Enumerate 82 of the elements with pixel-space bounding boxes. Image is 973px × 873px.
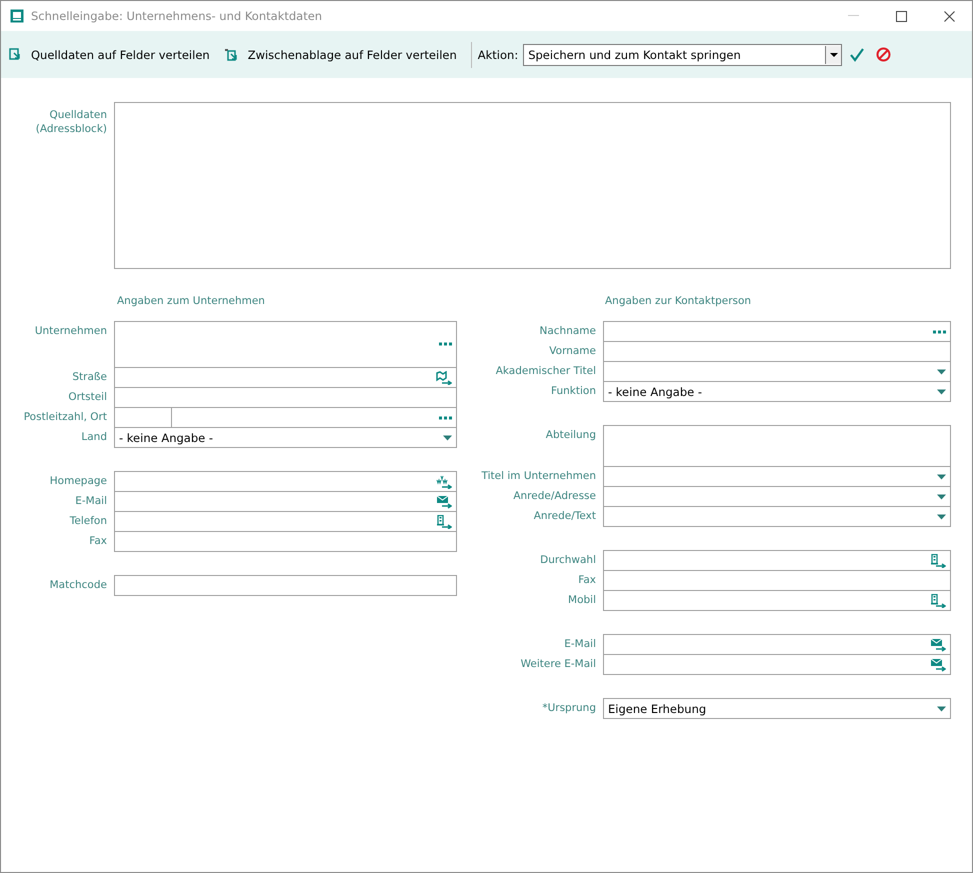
dropdown-arrow-icon: [937, 706, 946, 711]
field-label: Straße: [71, 370, 108, 385]
text-field[interactable]: [603, 590, 951, 611]
dropdown[interactable]: [603, 486, 951, 507]
field-label: Telefon: [68, 514, 108, 529]
field-label: Vorname: [548, 344, 597, 359]
more-icon[interactable]: [439, 342, 452, 346]
map-arrow-icon[interactable]: [436, 370, 452, 384]
text-field[interactable]: [603, 654, 951, 675]
text-field[interactable]: [114, 531, 457, 552]
dropdown[interactable]: Eigene Erhebung: [603, 698, 951, 719]
dropdown[interactable]: [603, 466, 951, 487]
envelope-arrow-icon[interactable]: [930, 658, 946, 672]
field-label: Mobil: [567, 593, 597, 608]
field-label: E-Mail: [563, 637, 597, 652]
dropdown-arrow-icon: [937, 369, 946, 374]
field-label: Weitere E-Mail: [520, 657, 597, 672]
more-icon[interactable]: [439, 416, 452, 419]
phone-arrow-icon[interactable]: [930, 554, 946, 568]
field-label: Ortsteil: [67, 390, 108, 405]
text-field[interactable]: [114, 511, 457, 532]
text-field[interactable]: [603, 341, 951, 362]
dropdown[interactable]: [603, 361, 951, 382]
section-heading: Angaben zum Unternehmen: [117, 295, 265, 307]
maximize-icon[interactable]: [896, 10, 907, 22]
field-label: Matchcode: [48, 578, 108, 593]
dropdown-arrow-icon: [937, 474, 946, 479]
text-field[interactable]: [114, 575, 457, 596]
field-label: Fax: [577, 573, 597, 588]
field-label: *Ursprung: [541, 701, 597, 716]
close-icon[interactable]: [944, 10, 955, 22]
text-field[interactable]: [114, 367, 457, 388]
app-icon: [10, 9, 24, 23]
field-label: Land: [80, 430, 108, 445]
text-field[interactable]: [603, 570, 951, 591]
phone-arrow-icon[interactable]: [930, 594, 946, 608]
dropdown[interactable]: [603, 506, 951, 527]
more-icon[interactable]: [933, 330, 946, 333]
field-label: Nachname: [538, 324, 597, 339]
action-dropdown[interactable]: Speichern und zum Kontakt springen: [523, 44, 842, 66]
dropdown-arrow-icon: [937, 494, 946, 499]
web-arrow-icon[interactable]: [436, 474, 452, 488]
field-label: Abteilung: [544, 428, 597, 443]
cancel-icon[interactable]: [876, 47, 892, 62]
field-label: Durchwahl: [539, 553, 597, 568]
text-field[interactable]: [114, 471, 457, 492]
dropdown[interactable]: - keine Angabe -: [603, 381, 951, 402]
envelope-arrow-icon[interactable]: [930, 638, 946, 652]
envelope-arrow-icon[interactable]: [436, 494, 452, 508]
text-area[interactable]: [603, 425, 951, 467]
field-label: Anrede/Adresse: [512, 489, 597, 504]
field-label: Fax: [88, 534, 108, 549]
dropdown-arrow-icon: [830, 52, 838, 56]
minimize-icon[interactable]: [848, 15, 859, 17]
toolbar-button[interactable]: Zwischenablage auf Felder verteilen: [224, 48, 457, 62]
text-field[interactable]: [603, 634, 951, 655]
text-field[interactable]: [603, 550, 951, 571]
field-label: Quelldaten (Adressblock): [34, 108, 108, 137]
text-field[interactable]: [114, 491, 457, 512]
field-label: Anrede/Text: [532, 509, 597, 524]
window-title: Schnelleingabe: Unternehmens- und Kontaktdaten: [31, 9, 322, 23]
dropdown-arrow-icon: [443, 435, 452, 440]
field-label: Homepage: [48, 474, 108, 489]
text-area[interactable]: [114, 321, 457, 368]
field-label: E-Mail: [74, 494, 108, 509]
phone-arrow-icon[interactable]: [436, 514, 452, 528]
action-label: Aktion:: [478, 48, 518, 62]
dropdown[interactable]: - keine Angabe -: [114, 427, 457, 448]
field-label: Akademischer Titel: [494, 364, 597, 379]
dropdown-arrow-icon: [937, 389, 946, 394]
field-label: Funktion: [550, 384, 597, 399]
field-label: Titel im Unternehmen: [480, 469, 597, 484]
field-label: Postleitzahl, Ort: [22, 410, 108, 425]
toolbar-button[interactable]: Quelldaten auf Felder verteilen: [9, 48, 210, 62]
text-field[interactable]: [114, 387, 457, 408]
section-heading: Angaben zur Kontaktperson: [605, 295, 752, 307]
clipboard-cursor-icon: [224, 48, 238, 62]
checkmark-icon[interactable]: [850, 48, 864, 62]
dropdown-arrow-icon: [937, 514, 946, 519]
field-label: Unternehmen: [34, 324, 108, 339]
text-field[interactable]: [603, 321, 951, 342]
document-cursor-icon: [9, 48, 21, 61]
